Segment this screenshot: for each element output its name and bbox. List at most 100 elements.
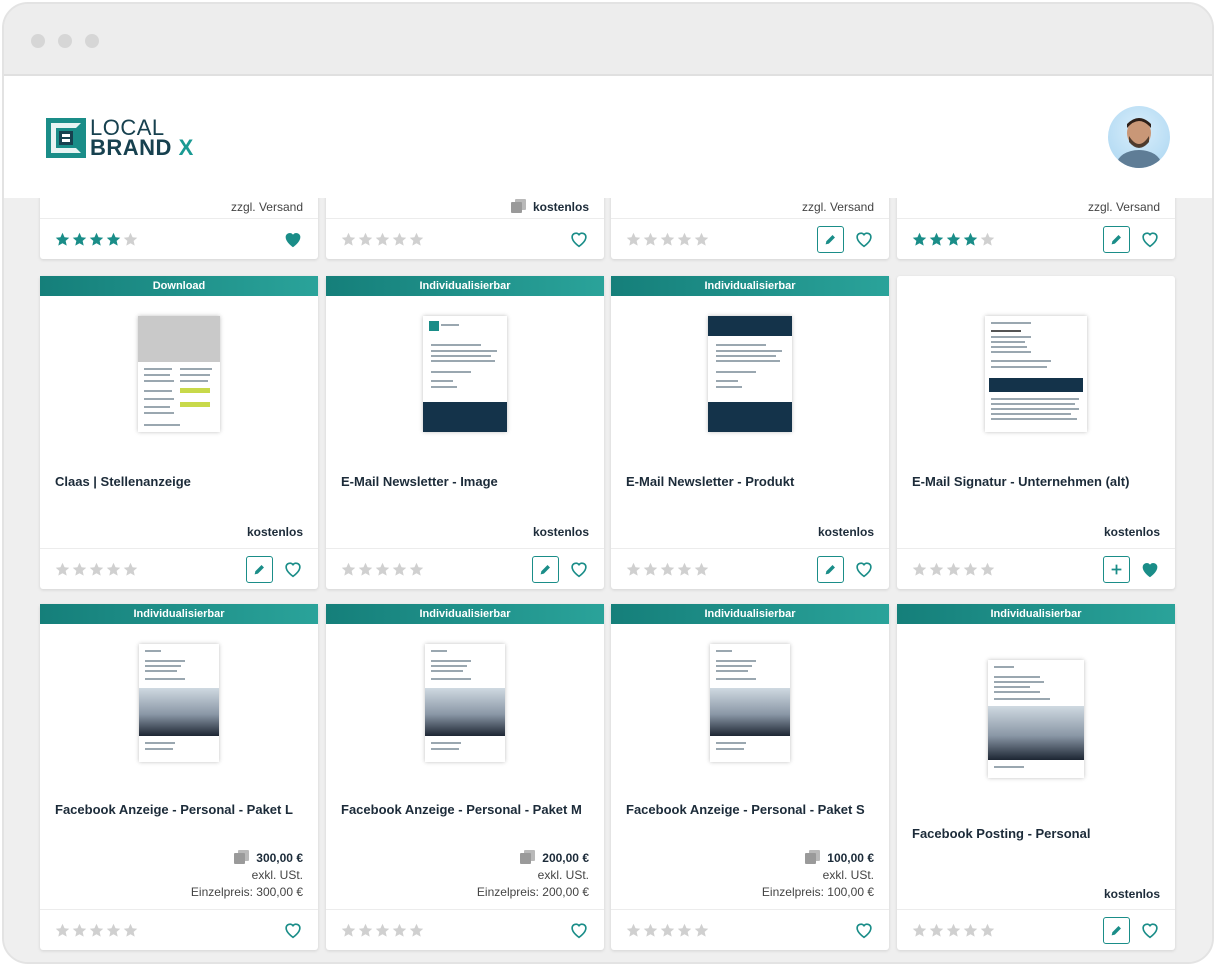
- product-title[interactable]: Claas | Stellenanzeige: [55, 474, 191, 489]
- product-card[interactable]: Individualisierbar Facebook Anzeige - Pe…: [40, 604, 318, 950]
- rating-stars[interactable]: [341, 562, 424, 577]
- product-title[interactable]: Facebook Anzeige - Personal - Paket M: [341, 802, 582, 817]
- brand-line2: BRAND: [90, 135, 172, 160]
- star-empty-icon: [392, 562, 407, 576]
- product-title[interactable]: Facebook Anzeige - Personal - Paket L: [55, 802, 293, 817]
- favorite-heart-filled-icon[interactable]: [282, 228, 304, 250]
- rating-stars[interactable]: [912, 923, 995, 938]
- product-title[interactable]: Facebook Anzeige - Personal - Paket S: [626, 802, 865, 817]
- favorite-heart-icon[interactable]: [853, 919, 875, 941]
- product-card[interactable]: Individualisierbar E-Mail Newsletter - I…: [326, 276, 604, 589]
- product-title[interactable]: E-Mail Newsletter - Produkt: [626, 474, 794, 489]
- favorite-heart-icon[interactable]: [282, 919, 304, 941]
- star-empty-icon: [409, 923, 424, 937]
- star-empty-icon: [392, 923, 407, 937]
- product-thumbnail[interactable]: [710, 644, 790, 762]
- star-empty-icon: [123, 562, 138, 576]
- favorite-heart-icon[interactable]: [1139, 919, 1161, 941]
- product-title[interactable]: E-Mail Newsletter - Image: [341, 474, 498, 489]
- window-dot-maximize[interactable]: [85, 34, 99, 48]
- star-empty-icon: [375, 923, 390, 937]
- add-button[interactable]: [1103, 556, 1130, 583]
- copy-icon: [520, 850, 536, 864]
- price-note: zzgl. Versand: [801, 200, 874, 214]
- window-dot-minimize[interactable]: [58, 34, 72, 48]
- price: kostenlos: [817, 525, 874, 539]
- rating-stars[interactable]: [341, 232, 424, 247]
- favorite-heart-icon[interactable]: [853, 228, 875, 250]
- rating-stars[interactable]: [626, 232, 709, 247]
- product-card[interactable]: Individualisierbar E-Mail Newsletter - P…: [611, 276, 889, 589]
- price: 300,00 €: [256, 851, 303, 865]
- product-thumbnail[interactable]: [138, 316, 220, 432]
- product-title[interactable]: Facebook Posting - Personal: [912, 826, 1090, 841]
- edit-button[interactable]: [246, 556, 273, 583]
- tax-note: exkl. USt.: [537, 868, 589, 882]
- rating-stars[interactable]: [55, 923, 138, 938]
- rating-stars[interactable]: [912, 562, 995, 577]
- product-title[interactable]: E-Mail Signatur - Unternehmen (alt): [912, 474, 1129, 489]
- product-card[interactable]: Individualisierbar Facebook Anzeige - Pe…: [326, 604, 604, 950]
- rating-stars[interactable]: [55, 232, 138, 247]
- star-empty-icon: [929, 923, 944, 937]
- favorite-heart-icon[interactable]: [568, 558, 590, 580]
- favorite-heart-icon[interactable]: [282, 558, 304, 580]
- favorite-heart-icon[interactable]: [568, 919, 590, 941]
- edit-button[interactable]: [817, 226, 844, 253]
- star-empty-icon: [89, 923, 104, 937]
- star-empty-icon: [341, 232, 356, 246]
- price: kostenlos: [246, 525, 303, 539]
- favorite-heart-icon[interactable]: [568, 228, 590, 250]
- star-empty-icon: [694, 232, 709, 246]
- star-empty-icon: [660, 562, 675, 576]
- star-empty-icon: [660, 923, 675, 937]
- product-card[interactable]: Individualisierbar Facebook Anzeige - Pe…: [611, 604, 889, 950]
- browser-chrome: [4, 4, 1212, 76]
- product-thumbnail[interactable]: [425, 644, 505, 762]
- favorite-heart-icon[interactable]: [853, 558, 875, 580]
- star-empty-icon: [358, 562, 373, 576]
- product-badge: Individualisierbar: [611, 276, 889, 296]
- product-card[interactable]: Individualisierbar Facebook Posting - Pe…: [897, 604, 1175, 950]
- rating-stars[interactable]: [626, 562, 709, 577]
- rating-stars[interactable]: [55, 562, 138, 577]
- edit-button[interactable]: [1103, 917, 1130, 944]
- unit-price: Einzelpreis: 100,00 €: [761, 885, 874, 899]
- star-empty-icon: [72, 562, 87, 576]
- rating-stars[interactable]: [341, 923, 424, 938]
- app-header: LOCAL BRAND X: [4, 76, 1212, 198]
- star-empty-icon: [946, 923, 961, 937]
- product-thumbnail[interactable]: [423, 316, 507, 432]
- brand-logo[interactable]: LOCAL BRAND X: [46, 117, 194, 160]
- product-card[interactable]: E-Mail Signatur - Unternehmen (alt) kost…: [897, 276, 1175, 589]
- star-filled-icon: [55, 232, 70, 246]
- product-thumbnail[interactable]: [985, 316, 1087, 432]
- rating-stars[interactable]: [912, 232, 995, 247]
- star-empty-icon: [643, 232, 658, 246]
- product-thumbnail[interactable]: [708, 316, 792, 432]
- product-thumbnail[interactable]: [988, 660, 1084, 778]
- copy-icon: [234, 850, 250, 864]
- star-empty-icon: [912, 923, 927, 937]
- favorite-heart-icon[interactable]: [1139, 228, 1161, 250]
- edit-button[interactable]: [817, 556, 844, 583]
- star-empty-icon: [980, 562, 995, 576]
- edit-button[interactable]: [532, 556, 559, 583]
- star-empty-icon: [89, 562, 104, 576]
- product-thumbnail[interactable]: [139, 644, 219, 762]
- star-filled-icon: [929, 232, 944, 246]
- price: 100,00 €: [827, 851, 874, 865]
- star-empty-icon: [963, 923, 978, 937]
- window-dot-close[interactable]: [31, 34, 45, 48]
- price: kostenlos: [1103, 525, 1160, 539]
- star-empty-icon: [660, 232, 675, 246]
- star-empty-icon: [694, 562, 709, 576]
- user-avatar[interactable]: [1108, 106, 1170, 168]
- edit-button[interactable]: [1103, 226, 1130, 253]
- user-avatar-icon: [1117, 118, 1161, 168]
- rating-stars[interactable]: [626, 923, 709, 938]
- price-note: zzgl. Versand: [230, 200, 303, 214]
- star-empty-icon: [929, 562, 944, 576]
- product-card[interactable]: Download Claas | Stellenanzeige kostenlo…: [40, 276, 318, 589]
- favorite-heart-filled-icon[interactable]: [1139, 558, 1161, 580]
